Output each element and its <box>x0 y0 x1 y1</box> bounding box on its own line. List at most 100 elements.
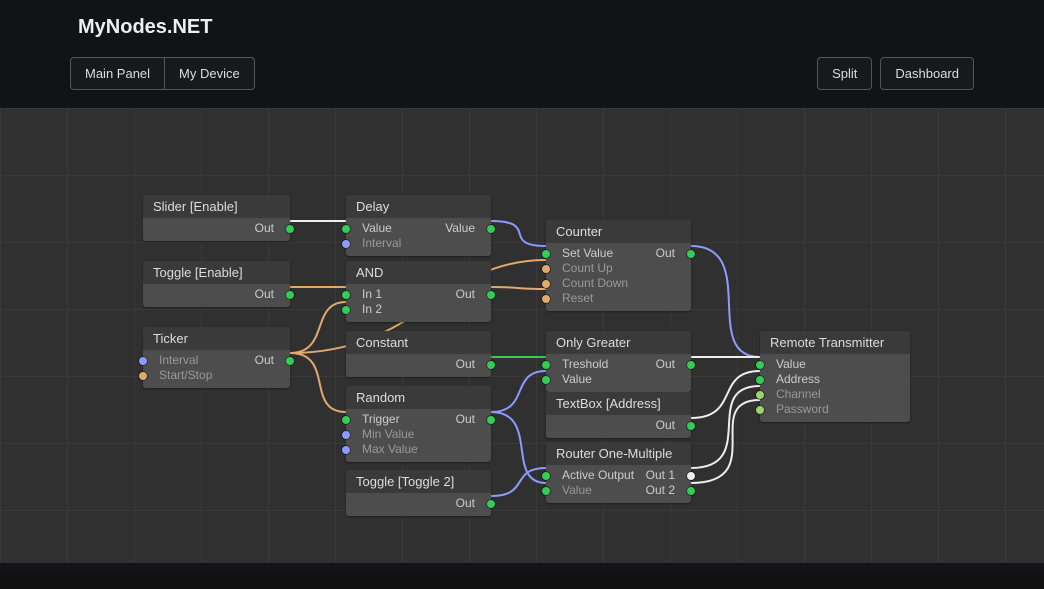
port-label-setvalue: Set Value <box>552 246 613 261</box>
port-password[interactable] <box>756 406 764 414</box>
app-header: MyNodes.NET Main Panel My Device Split D… <box>0 0 1044 108</box>
node-slider-enable[interactable]: Slider [Enable] Out <box>143 195 290 241</box>
port-label-value-in: Value <box>352 221 392 236</box>
port-min[interactable] <box>342 431 350 439</box>
split-button[interactable]: Split <box>817 57 872 90</box>
node-title: TextBox [Address] <box>546 392 691 415</box>
port-label-out: Out <box>456 287 485 302</box>
dashboard-button[interactable]: Dashboard <box>880 57 974 90</box>
node-title: Remote Transmitter <box>760 331 910 354</box>
port-out[interactable] <box>487 416 495 424</box>
node-delay[interactable]: Delay Value Value Interval <box>346 195 491 256</box>
port-out2[interactable] <box>687 487 695 495</box>
port-value[interactable] <box>542 487 550 495</box>
port-label-out2: Out 2 <box>646 483 685 498</box>
port-value-out[interactable] <box>487 225 495 233</box>
my-device-button[interactable]: My Device <box>165 57 255 90</box>
port-label-min: Min Value <box>352 427 414 442</box>
port-out[interactable] <box>687 422 695 430</box>
port-label-password: Password <box>766 402 829 417</box>
node-title: Only Greater <box>546 331 691 354</box>
port-label-active: Active Output <box>552 468 634 483</box>
port-label-interval: Interval <box>149 353 198 368</box>
node-ticker[interactable]: Ticker Interval Out Start/Stop <box>143 327 290 388</box>
port-label-out: Out <box>255 353 284 368</box>
node-toggle-enable[interactable]: Toggle [Enable] Out <box>143 261 290 307</box>
node-and[interactable]: AND In 1 Out In 2 <box>346 261 491 322</box>
node-title: Random <box>346 386 491 409</box>
port-label-value-out: Value <box>445 221 485 236</box>
port-active[interactable] <box>542 472 550 480</box>
port-label-trigger: Trigger <box>352 412 400 427</box>
port-channel[interactable] <box>756 391 764 399</box>
port-label-treshold: Treshold <box>552 357 608 372</box>
port-label-address: Address <box>766 372 820 387</box>
port-label-out: Out <box>255 287 284 302</box>
port-reset[interactable] <box>542 295 550 303</box>
port-value[interactable] <box>756 361 764 369</box>
node-canvas[interactable]: Slider [Enable] Out Toggle [Enable] Out … <box>0 108 1044 571</box>
node-title: Toggle [Enable] <box>143 261 290 284</box>
port-countdown[interactable] <box>542 280 550 288</box>
port-value[interactable] <box>542 376 550 384</box>
port-label-countup: Count Up <box>552 261 613 276</box>
port-address[interactable] <box>756 376 764 384</box>
port-out[interactable] <box>687 250 695 258</box>
node-textbox-address[interactable]: TextBox [Address] Out <box>546 392 691 438</box>
node-title: Constant <box>346 331 491 354</box>
port-startstop[interactable] <box>139 372 147 380</box>
port-label-startstop: Start/Stop <box>149 368 212 383</box>
port-label-reset: Reset <box>552 291 593 306</box>
node-title: Ticker <box>143 327 290 350</box>
port-label-value: Value <box>766 357 806 372</box>
node-only-greater[interactable]: Only Greater Treshold Out Value <box>546 331 691 392</box>
port-interval[interactable] <box>139 357 147 365</box>
node-random[interactable]: Random Trigger Out Min Value Max Value <box>346 386 491 462</box>
node-counter[interactable]: Counter Set Value Out Count Up Count Dow… <box>546 220 691 311</box>
port-out[interactable] <box>286 225 294 233</box>
port-label-out: Out <box>456 496 485 511</box>
port-label-out: Out <box>456 357 485 372</box>
port-out1[interactable] <box>687 472 695 480</box>
node-title: AND <box>346 261 491 284</box>
left-button-group: Main Panel My Device <box>70 57 255 90</box>
port-in2[interactable] <box>342 306 350 314</box>
node-router[interactable]: Router One-Multiple Active Output Out 1 … <box>546 442 691 503</box>
port-trigger[interactable] <box>342 416 350 424</box>
port-label-out1: Out 1 <box>646 468 685 483</box>
port-label-channel: Channel <box>766 387 821 402</box>
port-setvalue[interactable] <box>542 250 550 258</box>
port-countup[interactable] <box>542 265 550 273</box>
main-panel-button[interactable]: Main Panel <box>70 57 165 90</box>
port-out[interactable] <box>487 291 495 299</box>
node-title: Delay <box>346 195 491 218</box>
toolbar: Main Panel My Device Split Dashboard <box>0 57 1044 94</box>
port-label-value: Value <box>552 372 592 387</box>
port-label-interval: Interval <box>352 236 401 251</box>
port-label-value: Value <box>552 483 592 498</box>
port-treshold[interactable] <box>542 361 550 369</box>
port-label-countdown: Count Down <box>552 276 628 291</box>
node-title: Toggle [Toggle 2] <box>346 470 491 493</box>
node-toggle2[interactable]: Toggle [Toggle 2] Out <box>346 470 491 516</box>
port-out[interactable] <box>487 361 495 369</box>
node-title: Router One-Multiple <box>546 442 691 465</box>
port-in1[interactable] <box>342 291 350 299</box>
port-label-in1: In 1 <box>352 287 382 302</box>
port-interval[interactable] <box>342 240 350 248</box>
node-constant[interactable]: Constant Out <box>346 331 491 377</box>
port-out[interactable] <box>286 357 294 365</box>
port-label-in2: In 2 <box>352 302 382 317</box>
port-out[interactable] <box>286 291 294 299</box>
port-label-out: Out <box>656 418 685 433</box>
port-max[interactable] <box>342 446 350 454</box>
node-title: Counter <box>546 220 691 243</box>
port-label-out: Out <box>656 357 685 372</box>
port-value-in[interactable] <box>342 225 350 233</box>
port-out[interactable] <box>487 500 495 508</box>
port-out[interactable] <box>687 361 695 369</box>
port-label-max: Max Value <box>352 442 418 457</box>
node-remote-transmitter[interactable]: Remote Transmitter Value Address Channel… <box>760 331 910 422</box>
port-label-out: Out <box>656 246 685 261</box>
port-label-out: Out <box>255 221 284 236</box>
